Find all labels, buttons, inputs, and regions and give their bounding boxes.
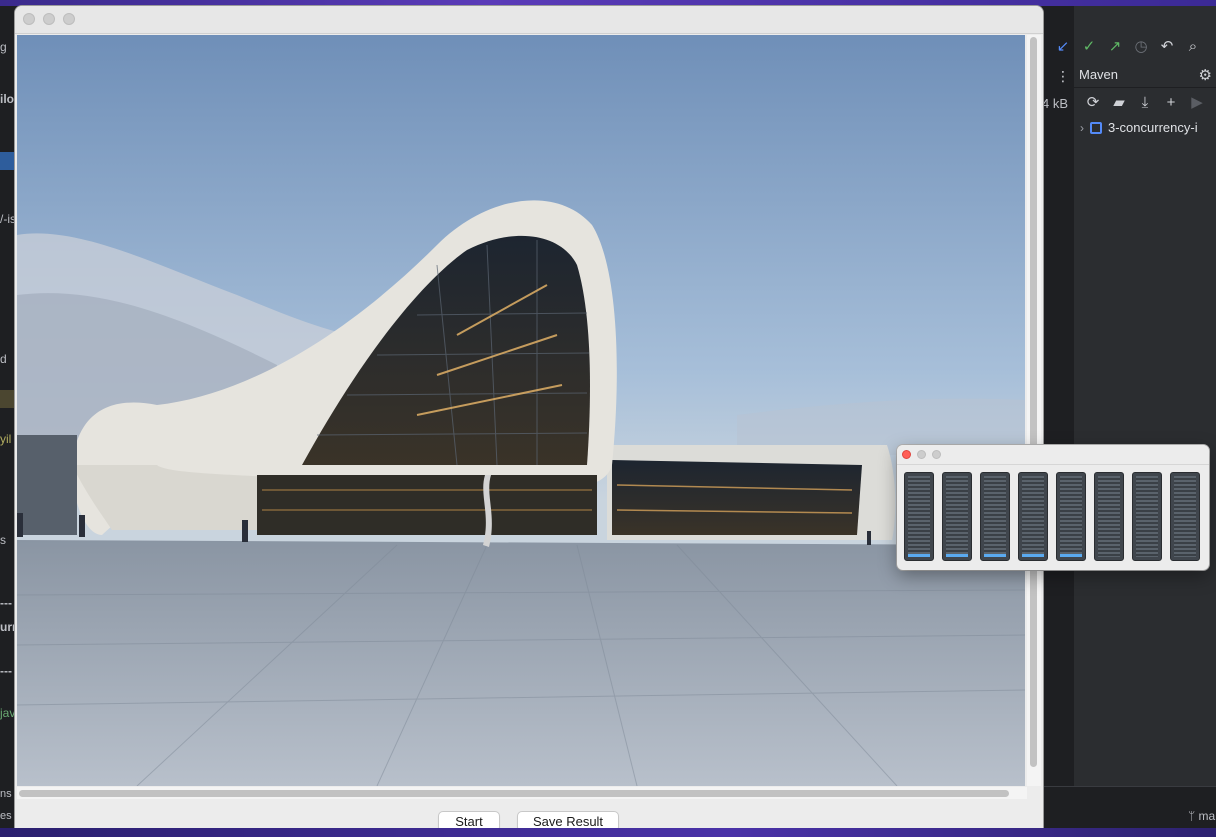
meter-background [946, 476, 968, 557]
more-options-icon[interactable]: ⋮ [1056, 68, 1070, 85]
monitor-titlebar[interactable] [897, 445, 1209, 465]
module-icon [1090, 121, 1102, 134]
maven-toolbar: ⟳ ▰ ⤓ + ▶ [1080, 93, 1210, 113]
add-folder-icon[interactable]: ▰ [1106, 93, 1132, 113]
thread-progress-bars [904, 472, 1200, 561]
close-icon[interactable] [23, 13, 35, 25]
meter-background [1060, 476, 1082, 557]
code-fragment: ns [0, 788, 12, 800]
push-arrow-icon[interactable]: ↗ [1102, 38, 1128, 56]
horizontal-scrollbar-thumb[interactable] [19, 790, 1009, 797]
gear-icon[interactable]: ⚙ [1199, 66, 1212, 84]
thread-level-meter [1018, 472, 1048, 561]
code-fragment: g [0, 40, 7, 54]
vcs-toolbar: ↙ ✓ ↗ ◷ ↶ ⌕ [1050, 38, 1206, 56]
tree-item-label: 3-concurrency-i [1108, 120, 1198, 135]
commit-check-icon[interactable]: ✓ [1076, 38, 1102, 56]
run-icon[interactable]: ▶ [1184, 93, 1210, 113]
ide-tool-panel-right: ↙ ✓ ↗ ◷ ↶ ⌕ ⋮ Maven ⚙ 4 kB ⟳ ▰ ⤓ + ▶ › 3… [1042, 6, 1216, 828]
code-fragment: --- [0, 664, 12, 678]
zoom-icon[interactable] [63, 13, 75, 25]
horizontal-scrollbar[interactable] [17, 787, 1027, 799]
rollback-icon[interactable]: ↶ [1154, 38, 1180, 56]
search-icon[interactable]: ⌕ [1180, 38, 1206, 56]
code-fragment: ilo [0, 92, 14, 106]
download-icon[interactable]: ⤓ [1132, 93, 1158, 113]
image-viewer-window: Start Save Result [15, 6, 1043, 837]
plus-icon[interactable]: + [1158, 93, 1184, 113]
maven-panel-header: Maven ⚙ [1074, 62, 1216, 88]
code-fragment: d [0, 352, 7, 366]
chevron-right-icon[interactable]: › [1080, 121, 1084, 135]
code-fragment: yil [0, 432, 12, 446]
zoom-icon[interactable] [932, 450, 941, 459]
meter-fill [984, 554, 1006, 557]
code-fragment: jav [0, 706, 16, 720]
meter-fill [1022, 554, 1044, 557]
meter-fill [1060, 554, 1082, 557]
thread-level-meter [1170, 472, 1200, 561]
maven-project-tree-item[interactable]: › 3-concurrency-i [1080, 120, 1198, 135]
vertical-scrollbar[interactable] [1027, 35, 1041, 786]
meter-fill [908, 554, 930, 557]
vertical-scrollbar-thumb[interactable] [1030, 37, 1037, 767]
history-clock-icon[interactable]: ◷ [1128, 38, 1154, 56]
image-canvas[interactable] [17, 35, 1025, 786]
thread-level-meter [1094, 472, 1124, 561]
meter-background [1022, 476, 1044, 557]
meter-background [908, 476, 930, 557]
maven-panel-title: Maven [1079, 67, 1119, 82]
branch-name: ma [1198, 809, 1216, 823]
meter-background [984, 476, 1006, 557]
file-size-label: 4 kB [1042, 96, 1069, 111]
meter-fill [946, 554, 968, 557]
meter-background [1136, 476, 1158, 557]
thread-level-meter [1056, 472, 1086, 561]
code-fragment: s [0, 533, 6, 547]
minimize-icon[interactable] [43, 13, 55, 25]
thread-level-meter [904, 472, 934, 561]
reload-icon[interactable]: ⟳ [1080, 93, 1106, 113]
git-branch-label[interactable]: ᛘ ma [1188, 809, 1215, 823]
code-fragment: /-is [0, 212, 16, 226]
desktop-background-bottom [0, 828, 1216, 837]
minimize-icon[interactable] [917, 450, 926, 459]
close-icon[interactable] [902, 450, 911, 459]
thread-monitor-window [897, 445, 1209, 570]
meter-background [1174, 476, 1196, 557]
update-arrow-icon[interactable]: ↙ [1050, 38, 1076, 56]
editor-edge-column [1042, 6, 1074, 828]
thread-level-meter [1132, 472, 1162, 561]
code-fragment: --- [0, 596, 12, 610]
window-titlebar[interactable] [15, 6, 1043, 34]
thread-level-meter [980, 472, 1010, 561]
thread-level-meter [942, 472, 972, 561]
building-photo [17, 35, 1025, 786]
meter-background [1098, 476, 1120, 557]
